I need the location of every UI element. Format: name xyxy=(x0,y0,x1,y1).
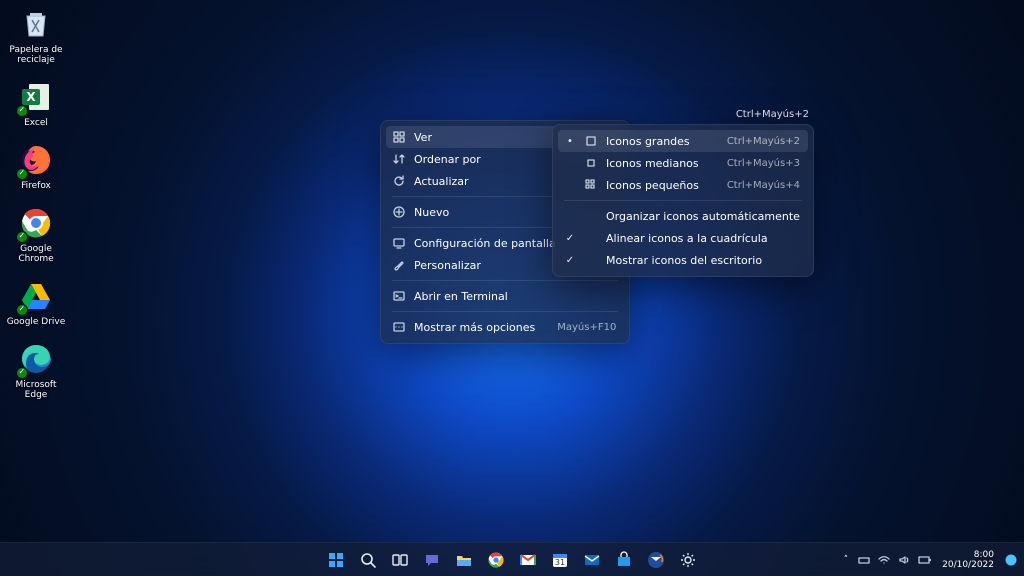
menu-separator xyxy=(392,311,618,312)
taskbar-apps: 31 xyxy=(322,546,702,574)
desktop-icons: Papelera de reciclaje X Excel Firefox Go… xyxy=(6,6,66,400)
taskbar-thunderbird[interactable] xyxy=(642,546,670,574)
firefox-icon[interactable]: Firefox xyxy=(6,142,66,191)
plus-icon xyxy=(392,205,406,219)
submenu-item-alinear-iconos-a-la-cuadrícula[interactable]: ✓ Alinear iconos a la cuadrícula xyxy=(558,227,808,249)
gdrive-app-icon xyxy=(18,278,54,314)
icon-label: Microsoft Edge xyxy=(6,380,66,400)
menu-item-label: Abrir en Terminal xyxy=(414,290,616,303)
small-icon xyxy=(584,178,598,192)
large-icon xyxy=(584,134,598,148)
submenu-item-shortcut: Ctrl+Mayús+3 xyxy=(727,158,800,169)
submenu-item-label: Iconos grandes xyxy=(606,135,705,148)
more-icon xyxy=(392,320,406,334)
taskbar-right: ˄ 8:00 20/10/2022 xyxy=(844,550,1018,570)
submenu-shortcut-hint: Ctrl+Mayús+2 xyxy=(736,109,809,120)
edge-app-icon xyxy=(18,341,54,377)
submenu-item-mostrar-iconos-del-escritorio[interactable]: ✓ Mostrar iconos del escritorio xyxy=(558,249,808,271)
check-indicator: ✓ xyxy=(564,233,576,244)
taskbar-mail[interactable] xyxy=(578,546,606,574)
wifi-icon xyxy=(878,554,890,566)
svg-text:X: X xyxy=(26,90,36,104)
blank-icon xyxy=(584,253,598,267)
blank-icon xyxy=(584,209,598,223)
taskbar-calendar[interactable]: 31 xyxy=(546,546,574,574)
submenu-item-label: Organizar iconos automáticamente xyxy=(606,210,800,223)
submenu-item-iconos-pequeños[interactable]: Iconos pequeños Ctrl+Mayús+4 xyxy=(558,174,808,196)
view-submenu: Ctrl+Mayús+2 • Iconos grandes Ctrl+Mayús+2… xyxy=(552,124,814,277)
taskbar-store[interactable] xyxy=(610,546,638,574)
menu-separator xyxy=(392,280,618,281)
grid-icon xyxy=(392,130,406,144)
refresh-icon xyxy=(392,174,406,188)
sort-icon xyxy=(392,152,406,166)
clock-time: 8:00 xyxy=(942,550,994,560)
edge-icon[interactable]: Microsoft Edge xyxy=(6,341,66,400)
icon-label: Google Chrome xyxy=(6,244,66,264)
menu-item-shortcut: Mayús+F10 xyxy=(557,322,616,333)
medium-icon xyxy=(584,156,598,170)
notifications-icon[interactable] xyxy=(1004,553,1018,567)
submenu-item-label: Alinear iconos a la cuadrícula xyxy=(606,232,800,245)
submenu-item-label: Mostrar iconos del escritorio xyxy=(606,254,800,267)
menu-item-abrir-en-terminal[interactable]: Abrir en Terminal xyxy=(386,285,624,307)
menu-item-mostrar-más-opciones[interactable]: Mostrar más opciones Mayús+F10 xyxy=(386,316,624,338)
sound-icon xyxy=(898,554,910,566)
gdrive-icon[interactable]: Google Drive xyxy=(6,278,66,327)
taskbar: 31 ˄ 8:00 20/10/2022 xyxy=(0,542,1024,576)
terminal-icon xyxy=(392,289,406,303)
taskbar-explorer[interactable] xyxy=(450,546,478,574)
recycle-bin-icon[interactable]: Papelera de reciclaje xyxy=(6,6,66,65)
submenu-item-label: Iconos pequeños xyxy=(606,179,705,192)
check-indicator: ✓ xyxy=(564,255,576,266)
hw-icon xyxy=(858,554,870,566)
icon-label: Papelera de reciclaje xyxy=(6,45,66,65)
firefox-app-icon xyxy=(18,142,54,178)
tray-chevron-icon[interactable]: ˄ xyxy=(844,555,849,565)
clock-date: 20/10/2022 xyxy=(942,560,994,570)
submenu-item-label: Iconos medianos xyxy=(606,157,705,170)
excel-icon[interactable]: X Excel xyxy=(6,79,66,128)
taskbar-start[interactable] xyxy=(322,546,350,574)
submenu-item-iconos-grandes[interactable]: • Iconos grandes Ctrl+Mayús+2 xyxy=(558,130,808,152)
battery-icon xyxy=(918,554,932,566)
menu-separator xyxy=(564,200,802,201)
submenu-item-organizar-iconos-automáticamente[interactable]: Organizar iconos automáticamente xyxy=(558,205,808,227)
system-tray[interactable] xyxy=(858,554,932,566)
chrome-icon[interactable]: Google Chrome xyxy=(6,205,66,264)
brush-icon xyxy=(392,258,406,272)
taskbar-search[interactable] xyxy=(354,546,382,574)
blank-icon xyxy=(584,231,598,245)
taskbar-settings[interactable] xyxy=(674,546,702,574)
menu-item-label: Mostrar más opciones xyxy=(414,321,535,334)
submenu-item-iconos-medianos[interactable]: Iconos medianos Ctrl+Mayús+3 xyxy=(558,152,808,174)
taskbar-chrome[interactable] xyxy=(482,546,510,574)
excel-app-icon: X xyxy=(18,79,54,115)
taskbar-clock[interactable]: 8:00 20/10/2022 xyxy=(942,550,994,570)
display-icon xyxy=(392,236,406,250)
trash-icon xyxy=(18,6,54,42)
submenu-item-shortcut: Ctrl+Mayús+2 xyxy=(727,136,800,147)
submenu-item-shortcut: Ctrl+Mayús+4 xyxy=(727,180,800,191)
check-indicator: • xyxy=(564,136,576,147)
icon-label: Firefox xyxy=(21,181,51,191)
icon-label: Excel xyxy=(24,118,48,128)
taskbar-chat[interactable] xyxy=(418,546,446,574)
icon-label: Google Drive xyxy=(7,317,66,327)
taskbar-gmail[interactable] xyxy=(514,546,542,574)
svg-text:31: 31 xyxy=(555,558,565,567)
chrome-app-icon xyxy=(18,205,54,241)
taskbar-taskview[interactable] xyxy=(386,546,414,574)
